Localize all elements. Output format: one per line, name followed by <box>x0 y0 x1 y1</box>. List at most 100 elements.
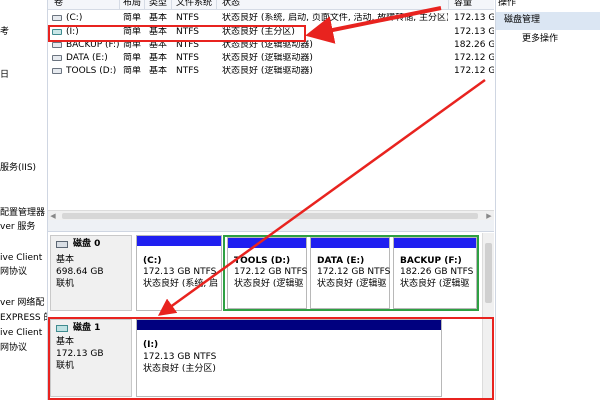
disk-label[interactable]: 磁盘 1 基本 172.13 GB 联机 <box>50 319 132 397</box>
volume-row[interactable]: TOOLS (D:) 简单 基本 NTFS 状态良好 (逻辑驱动器) 172.1… <box>48 65 494 78</box>
partition-status: 状态良好 (主分区) <box>143 364 216 374</box>
navigation-tree: 考 日 服务(IIS) 配置管理器 ver 服务 ive Client 网协议 … <box>0 0 47 400</box>
volume-capacity: 172.13 G <box>454 27 494 37</box>
tree-item[interactable]: EXPRESS 的 <box>0 313 47 324</box>
volume-status: 状态良好 (系统, 启动, 页面文件, 活动, 故障转储, 主分区) <box>222 13 448 23</box>
volume-status: 状态良好 (逻辑驱动器) <box>222 53 313 63</box>
disk-size: 172.13 GB <box>56 349 104 359</box>
drive-icon <box>52 29 62 35</box>
tree-item[interactable]: 配置管理器 <box>0 208 45 219</box>
disk-state: 联机 <box>56 279 75 289</box>
volume-layout: 简单 <box>123 66 142 76</box>
column-separator[interactable] <box>171 0 172 10</box>
list-header: 卷 布局 类型 文件系统 状态 容量 <box>48 0 494 10</box>
disk-size: 698.64 GB <box>56 267 104 277</box>
disk-type: 基本 <box>56 255 75 265</box>
column-separator[interactable] <box>448 0 449 10</box>
partition-status: 状态良好 (逻辑驱 <box>400 279 470 289</box>
disk-icon <box>56 241 68 248</box>
volume-row[interactable]: DATA (E:) 简单 基本 NTFS 状态良好 (逻辑驱动器) 172.12… <box>48 52 494 65</box>
volume-layout: 简单 <box>123 40 142 50</box>
volume-name: (I:) <box>66 27 79 37</box>
volume-filesystem: NTFS <box>176 27 199 37</box>
partition-block[interactable]: TOOLS (D:) 172.12 GB NTFS 状态良好 (逻辑驱 <box>227 237 307 309</box>
volume-row[interactable]: BACKUP (F:) 简单 基本 NTFS 状态良好 (逻辑驱动器) 182.… <box>48 39 494 52</box>
partition-status: 状态良好 (逻辑驱 <box>317 279 387 289</box>
tree-item[interactable]: 日 <box>0 70 9 81</box>
partition-name: (I:) <box>143 340 159 350</box>
disk-state: 联机 <box>56 361 75 371</box>
horizontal-scrollbar[interactable]: ◀ ▶ <box>48 210 494 220</box>
column-header-type[interactable]: 类型 <box>149 0 167 9</box>
action-pane: 操作 磁盘管理 更多操作 <box>495 0 600 400</box>
tree-item[interactable]: 网协议 <box>0 267 27 278</box>
volume-name: (C:) <box>66 13 83 23</box>
partition-name: BACKUP (F:) <box>400 256 462 266</box>
volume-capacity: 172.12 G <box>454 53 494 63</box>
tree-item[interactable]: ver 网络配 <box>0 298 44 309</box>
disk-label[interactable]: 磁盘 0 基本 698.64 GB 联机 <box>50 235 132 311</box>
disk-map: 磁盘 0 基本 698.64 GB 联机 (C:) 172.13 GB NTFS… <box>48 233 494 400</box>
volume-status: 状态良好 (逻辑驱动器) <box>222 66 313 76</box>
partition-block[interactable]: BACKUP (F:) 182.26 GB NTFS 状态良好 (逻辑驱 <box>393 237 477 309</box>
volume-filesystem: NTFS <box>176 66 199 76</box>
partition-block[interactable]: DATA (E:) 172.12 GB NTFS 状态良好 (逻辑驱 <box>310 237 390 309</box>
vertical-scrollbar[interactable] <box>482 233 494 400</box>
column-header-volume[interactable]: 卷 <box>54 0 63 9</box>
more-actions-link[interactable]: 更多操作 <box>522 34 558 45</box>
tree-item[interactable]: 网协议 <box>0 343 27 354</box>
volume-layout: 简单 <box>123 27 142 37</box>
column-separator[interactable] <box>144 0 145 10</box>
tree-item[interactable]: ive Client <box>0 328 42 339</box>
volume-type: 基本 <box>149 40 168 50</box>
scrollbar-thumb[interactable] <box>485 243 492 303</box>
partition-size: 172.12 GB NTFS <box>234 267 308 277</box>
volume-type: 基本 <box>149 66 168 76</box>
volume-row[interactable]: (C:) 简单 基本 NTFS 状态良好 (系统, 启动, 页面文件, 活动, … <box>48 12 494 25</box>
partition-size: 172.13 GB NTFS <box>143 352 217 362</box>
scrollbar-thumb[interactable] <box>62 213 478 219</box>
volume-name: DATA (E:) <box>66 53 108 63</box>
partition-bar <box>137 236 221 246</box>
volume-status: 状态良好 (主分区) <box>222 27 295 37</box>
volume-layout: 简单 <box>123 13 142 23</box>
column-header-capacity[interactable]: 容量 <box>454 0 472 9</box>
disk-icon <box>56 325 68 332</box>
partition-size: 172.12 GB NTFS <box>317 267 391 277</box>
volume-filesystem: NTFS <box>176 13 199 23</box>
drive-icon <box>52 68 62 74</box>
volume-layout: 简单 <box>123 53 142 63</box>
volume-filesystem: NTFS <box>176 53 199 63</box>
partition-name: DATA (E:) <box>317 256 365 266</box>
volume-type: 基本 <box>149 27 168 37</box>
tree-item[interactable]: 考 <box>0 27 9 38</box>
partition-bar <box>137 320 441 330</box>
drive-icon <box>52 42 62 48</box>
volume-status: 状态良好 (逻辑驱动器) <box>222 40 313 50</box>
partition-status: 状态良好 (系统, 启 <box>143 279 219 289</box>
tree-item[interactable]: ver 服务 <box>0 222 35 233</box>
disk-type: 基本 <box>56 337 75 347</box>
volume-type: 基本 <box>149 13 168 23</box>
drive-icon <box>52 55 62 61</box>
action-section-header[interactable]: 磁盘管理 <box>496 12 600 30</box>
column-separator[interactable] <box>216 0 217 10</box>
column-header-layout[interactable]: 布局 <box>123 0 141 9</box>
column-separator[interactable] <box>119 0 120 10</box>
splitter[interactable] <box>48 220 494 232</box>
tree-item[interactable]: ive Client <box>0 253 42 264</box>
volume-capacity: 182.26 G <box>454 40 494 50</box>
partition-block[interactable]: (C:) 172.13 GB NTFS 状态良好 (系统, 启 <box>136 235 222 311</box>
tree-item[interactable]: 服务(IIS) <box>0 163 36 174</box>
partition-size: 182.26 GB NTFS <box>400 267 474 277</box>
partition-block[interactable]: (I:) 172.13 GB NTFS 状态良好 (主分区) <box>136 319 442 397</box>
partition-size: 172.13 GB NTFS <box>143 267 217 277</box>
disk-name: 磁盘 0 <box>73 239 101 249</box>
volume-name: BACKUP (F:) <box>66 40 120 50</box>
partition-name: TOOLS (D:) <box>234 256 291 266</box>
column-header-status[interactable]: 状态 <box>222 0 240 9</box>
disk-name: 磁盘 1 <box>73 323 101 333</box>
volume-capacity: 172.13 G <box>454 13 494 23</box>
column-header-filesystem[interactable]: 文件系统 <box>176 0 212 9</box>
volume-row[interactable]: (I:) 简单 基本 NTFS 状态良好 (主分区) 172.13 G <box>48 26 494 39</box>
